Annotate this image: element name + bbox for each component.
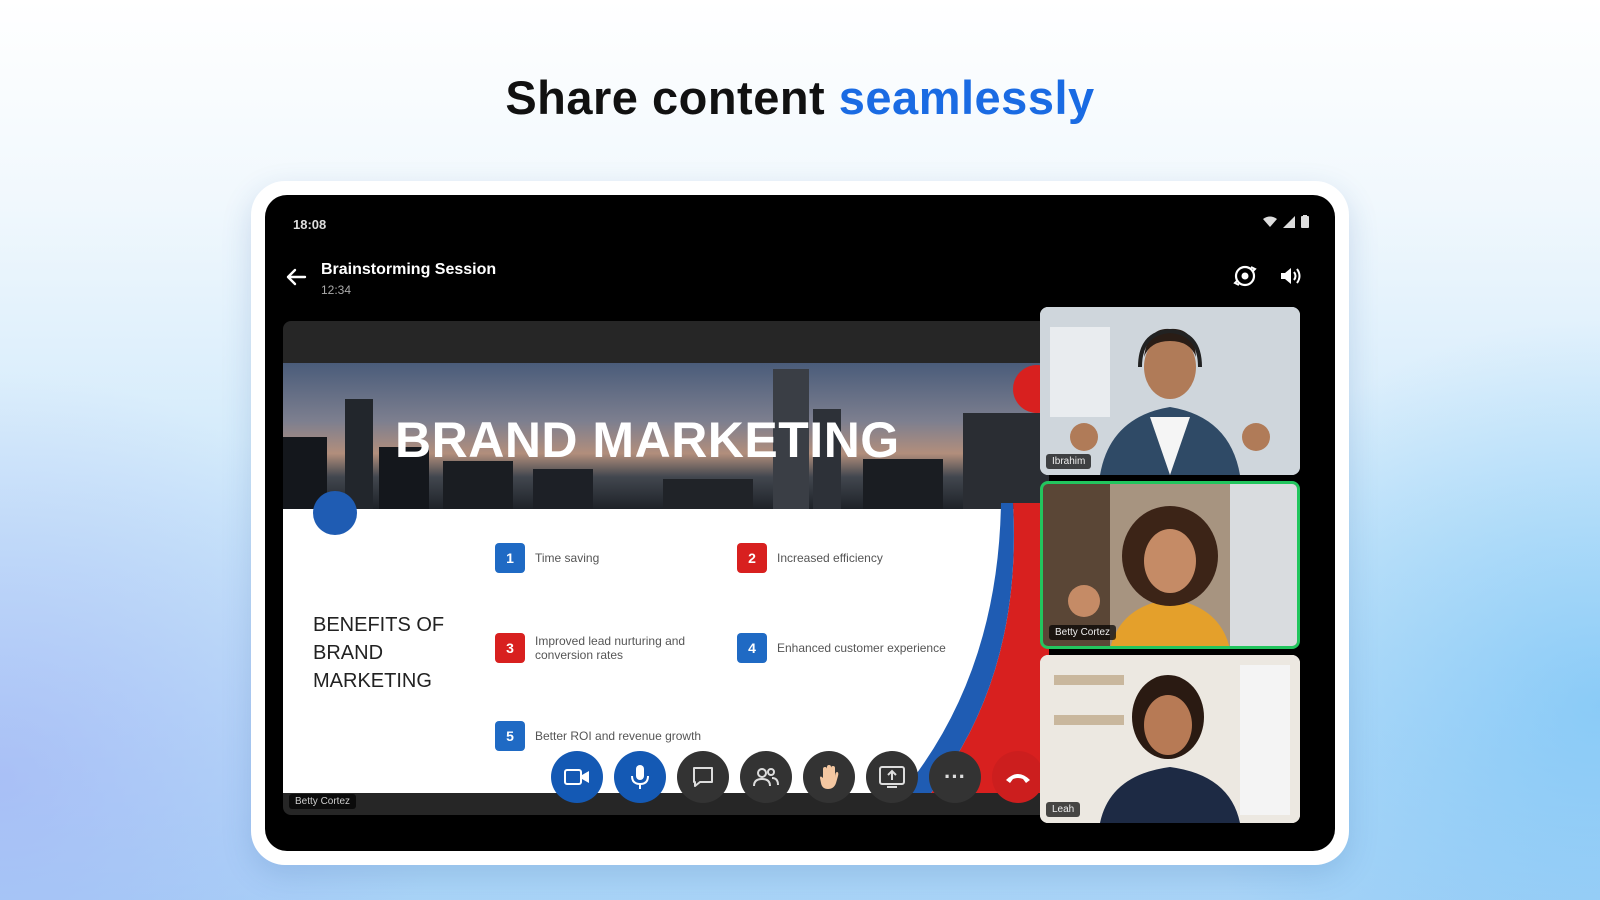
participant-tile-active-speaker[interactable]: Betty Cortez bbox=[1040, 481, 1300, 649]
city-skyline-photo: BRAND MARKETING bbox=[283, 363, 1049, 509]
participant-video bbox=[1040, 307, 1300, 475]
participant-name: Ibrahim bbox=[1046, 454, 1092, 469]
benefit-text: Improved lead nurturing and conversion r… bbox=[535, 634, 686, 662]
microphone-toggle-button[interactable] bbox=[614, 751, 666, 803]
call-controls: ··· bbox=[551, 751, 1044, 803]
meeting-title: Brainstorming Session bbox=[321, 261, 497, 278]
benefit-item: 5 Better ROI and revenue growth bbox=[495, 721, 701, 751]
camera-toggle-button[interactable] bbox=[551, 751, 603, 803]
participant-video bbox=[1043, 484, 1297, 646]
benefit-item: 4 Enhanced customer experience bbox=[737, 633, 946, 663]
microphone-icon bbox=[631, 765, 649, 789]
back-button[interactable] bbox=[283, 265, 309, 289]
meeting-screen: 18:08 Brainstorming Session 12:34 BRAND … bbox=[265, 195, 1335, 851]
meeting-duration: 12:34 bbox=[321, 283, 352, 297]
benefit-number: 3 bbox=[495, 633, 525, 663]
end-call-icon bbox=[1006, 774, 1030, 783]
presenter-name-tag: Betty Cortez bbox=[289, 794, 357, 809]
wifi-icon bbox=[1263, 216, 1277, 227]
benefit-number: 5 bbox=[495, 721, 525, 751]
audio-output-button[interactable] bbox=[1275, 261, 1305, 291]
headline-highlight: seamlessly bbox=[838, 71, 1095, 124]
decor-blue-circle bbox=[313, 491, 357, 535]
shared-content[interactable]: BRAND MARKETING BENEFITS OF BRAND MARKET… bbox=[283, 321, 1049, 815]
benefit-item: 3 Improved lead nurturing and conversion… bbox=[495, 633, 725, 663]
raise-hand-icon bbox=[820, 765, 839, 789]
tablet-frame: 18:08 Brainstorming Session 12:34 BRAND … bbox=[251, 181, 1349, 865]
participants-icon bbox=[753, 768, 779, 787]
more-icon: ··· bbox=[944, 764, 966, 789]
participant-name: Leah bbox=[1046, 802, 1081, 817]
status-time: 18:08 bbox=[293, 217, 327, 232]
share-screen-button[interactable] bbox=[866, 751, 918, 803]
benefit-item: 2 Increased efficiency bbox=[737, 543, 883, 573]
benefit-item: 1 Time saving bbox=[495, 543, 599, 573]
benefit-text: Better ROI and revenue growth bbox=[535, 729, 702, 743]
participants-button[interactable] bbox=[740, 751, 792, 803]
battery-icon bbox=[1301, 215, 1309, 228]
participant-name: Betty Cortez bbox=[1049, 625, 1117, 640]
status-icons bbox=[1263, 215, 1309, 228]
headline-prefix: Share content bbox=[505, 71, 826, 124]
video-camera-icon bbox=[564, 769, 589, 785]
benefit-text: Increased efficiency bbox=[777, 551, 883, 565]
slide-title: BRAND MARKETING bbox=[395, 412, 900, 468]
benefit-text: Enhanced customer experience bbox=[777, 641, 946, 655]
benefit-text: Time saving bbox=[535, 551, 600, 565]
participant-tile[interactable]: Leah bbox=[1040, 655, 1300, 823]
benefits-heading: BENEFITS OF BRAND MARKETING bbox=[313, 614, 445, 692]
participant-tile[interactable]: Ibrahim bbox=[1040, 307, 1300, 475]
chat-icon bbox=[693, 767, 713, 787]
benefit-number: 2 bbox=[737, 543, 767, 573]
switch-camera-button[interactable] bbox=[1230, 261, 1260, 291]
back-arrow-icon bbox=[286, 268, 307, 286]
speaker-icon bbox=[1281, 268, 1301, 284]
end-call-button[interactable] bbox=[992, 751, 1044, 803]
benefit-number: 4 bbox=[737, 633, 767, 663]
camera-switch-icon bbox=[1233, 265, 1257, 287]
presentation-slide: BRAND MARKETING BENEFITS OF BRAND MARKET… bbox=[283, 363, 1049, 793]
participant-video bbox=[1040, 655, 1300, 823]
more-options-button[interactable]: ··· bbox=[929, 751, 981, 803]
headline: Share content seamlessly bbox=[0, 70, 1600, 125]
benefit-number: 1 bbox=[495, 543, 525, 573]
signal-icon bbox=[1283, 215, 1295, 228]
raise-hand-button[interactable] bbox=[803, 751, 855, 803]
share-screen-icon bbox=[879, 766, 905, 788]
chat-button[interactable] bbox=[677, 751, 729, 803]
